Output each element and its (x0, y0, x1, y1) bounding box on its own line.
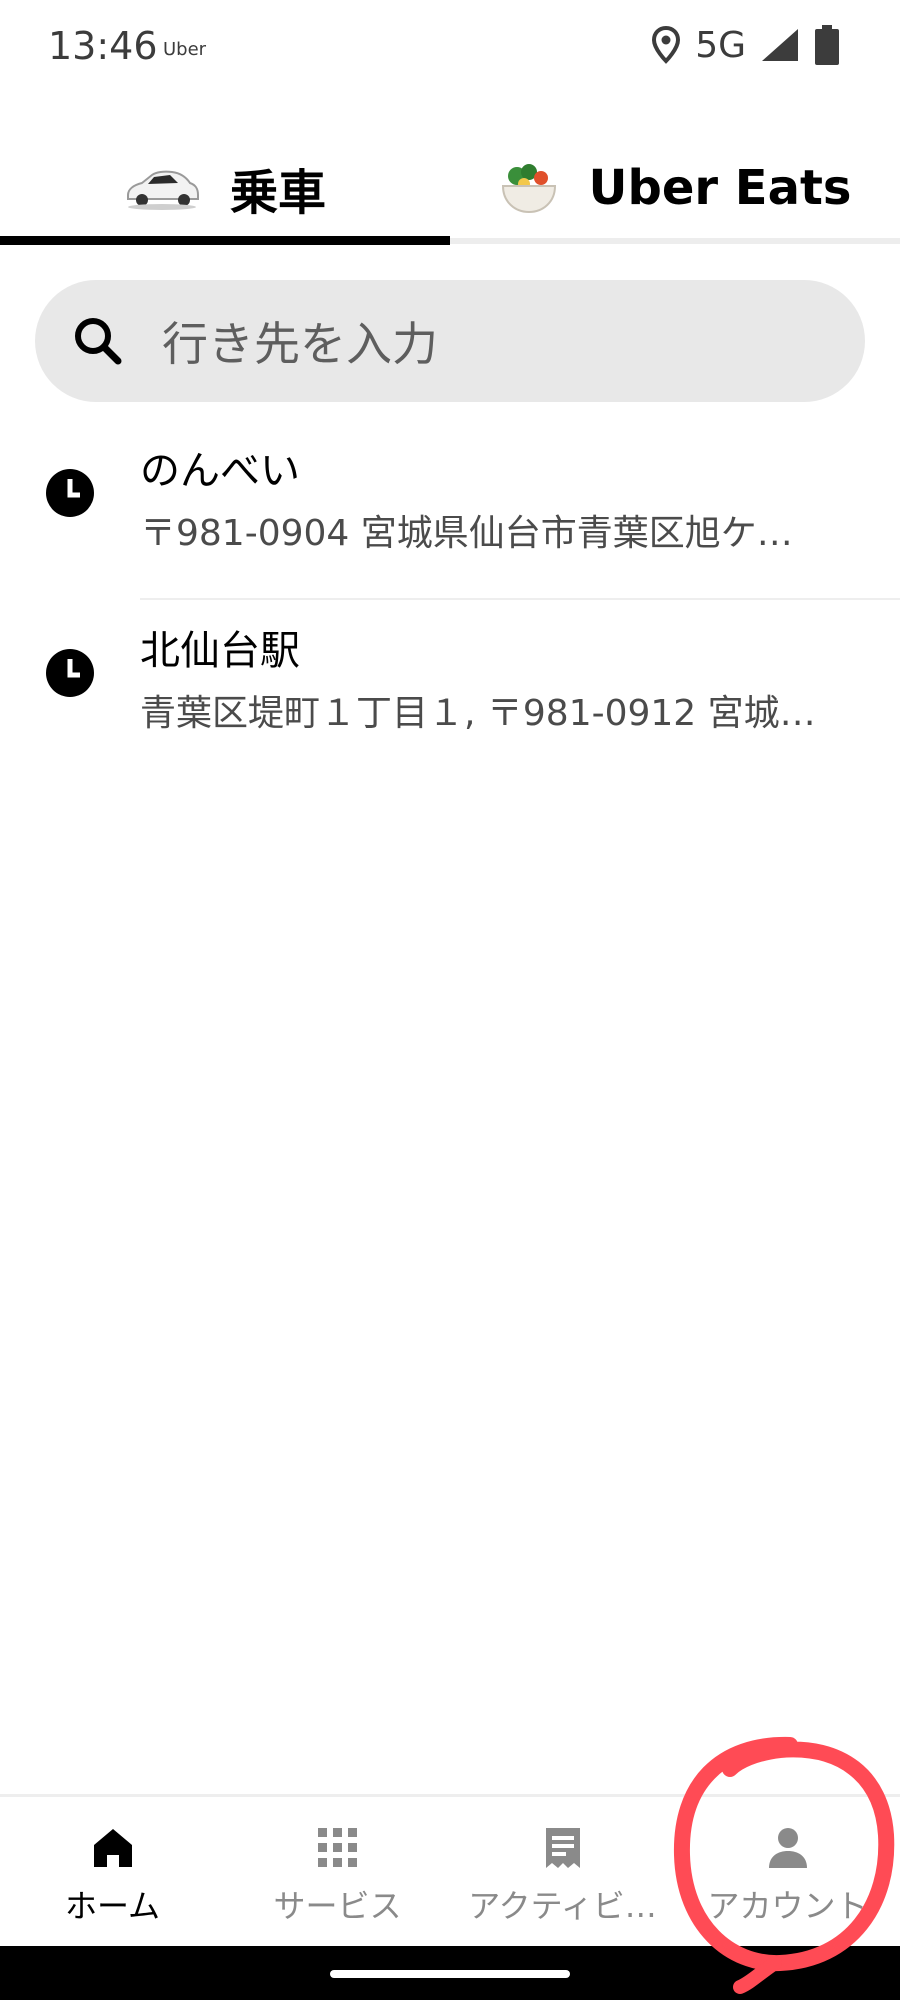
search-icon (75, 318, 122, 365)
nav-home[interactable]: ホーム (0, 1797, 225, 1949)
status-bar: 13:46 Uber 5G (0, 0, 900, 100)
system-navigation-bar (0, 1946, 900, 2000)
battery-icon (815, 25, 839, 65)
car-icon (126, 170, 199, 210)
bottom-navigation: ホーム サービス アクティビ… アカウント (0, 1794, 900, 1949)
nav-services-label: サービス (273, 1887, 402, 1925)
recent-item-title: のんべい (140, 448, 300, 494)
grid-icon (317, 1828, 357, 1867)
nav-activity[interactable]: アクティビ… (450, 1797, 675, 1949)
recent-item[interactable]: 北仙台駅 青葉区堤町１丁目１, 〒981-0912 宮城… (0, 600, 900, 780)
home-icon (93, 1829, 132, 1867)
tab-ride-label: 乗車 (229, 164, 326, 221)
tab-uber-eats[interactable]: Uber Eats (450, 130, 900, 245)
person-icon (768, 1828, 807, 1868)
tab-ride[interactable]: 乗車 (0, 130, 450, 245)
recent-item[interactable]: のんべい 〒981-0904 宮城県仙台市青葉区旭ケ… (0, 420, 900, 600)
signal-icon (762, 29, 798, 61)
inactive-tab-track (450, 238, 900, 244)
receipt-icon (545, 1828, 580, 1868)
network-type: 5G (695, 24, 746, 66)
nav-activity-label: アクティビ… (468, 1887, 657, 1925)
gesture-handle[interactable] (330, 1970, 570, 1978)
recent-item-title: 北仙台駅 (140, 628, 300, 674)
status-app-name: Uber (163, 39, 207, 60)
nav-services[interactable]: サービス (225, 1797, 450, 1949)
recent-item-address: 〒981-0904 宮城県仙台市青葉区旭ケ… (140, 513, 793, 554)
food-bowl-icon (501, 163, 556, 213)
destination-search[interactable]: 行き先を入力 (35, 280, 865, 402)
tab-uber-eats-label: Uber Eats (588, 159, 852, 216)
active-tab-indicator (0, 236, 450, 245)
search-placeholder: 行き先を入力 (162, 317, 438, 371)
status-icons: 5G (651, 24, 840, 66)
service-tabs: 乗車 Uber Eats (0, 130, 900, 245)
nav-account-label: アカウント (707, 1887, 868, 1925)
nav-home-label: ホーム (64, 1887, 161, 1925)
recent-item-address: 青葉区堤町１丁目１, 〒981-0912 宮城… (140, 693, 816, 734)
location-pin-icon (652, 25, 681, 64)
recent-destinations: のんべい 〒981-0904 宮城県仙台市青葉区旭ケ… 北仙台駅 青葉区堤町１丁… (0, 420, 900, 780)
clock-icon (46, 469, 94, 517)
status-time: 13:46 (48, 24, 158, 68)
clock-icon (46, 649, 94, 697)
nav-account[interactable]: アカウント (675, 1797, 900, 1949)
